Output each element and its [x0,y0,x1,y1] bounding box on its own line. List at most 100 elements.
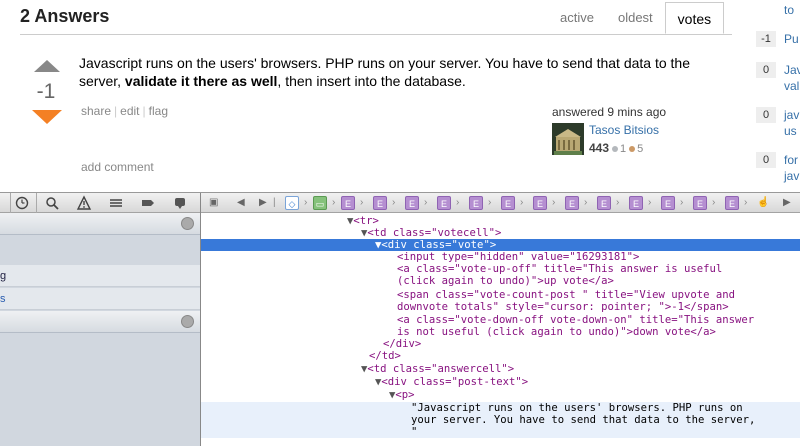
dom-tree[interactable]: ▼<tr> ▼<td class="votecell"> ▼<div class… [201,213,800,446]
breadcrumb-element-icon[interactable]: E [565,196,579,210]
section-toggle-icon[interactable] [181,315,194,328]
disclosure-triangle-icon[interactable]: ▼ [201,376,381,388]
console-icon[interactable] [172,195,188,211]
dom-node-line[interactable]: <input type="hidden" value="16293181"> [201,251,800,263]
dom-node-line[interactable]: is not useful (click again to undo)">dow… [201,326,800,338]
dom-node-line[interactable]: </div> [201,338,800,350]
breadcrumb-element-icon[interactable]: E [725,196,739,210]
dom-node-line[interactable]: ▼<p> [201,389,800,401]
related-link[interactable]: Jav [784,62,800,78]
dom-node-line[interactable]: <span class="vote-count-post " title="Vi… [201,289,800,301]
chevron-right-icon: › [360,197,364,208]
edit-link[interactable]: edit [120,104,139,118]
answers-header: 2 Answers [20,6,110,26]
related-link[interactable]: to [784,2,794,18]
breadcrumb-element-icon[interactable]: E [501,196,515,210]
dom-node-line[interactable]: <a class="vote-down-off vote-down-on" ti… [201,314,800,326]
dock-icon[interactable]: ▣ [209,195,218,211]
add-comment-link[interactable]: add comment [81,160,154,174]
dom-node-line-selected[interactable]: ▼<div class="vote"> [201,239,800,251]
dom-node-markup: <a class="vote-up-off" title="This answe… [397,263,723,275]
disclosure-triangle-icon[interactable]: ▼ [201,363,367,375]
breadcrumb-element-icon[interactable]: E [597,196,611,210]
post-menu: share | edit | flag [81,104,168,118]
breadcrumb-element-icon[interactable]: E [373,196,387,210]
dom-node-markup: <tr> [353,215,379,227]
related-link[interactable]: jav [784,107,799,123]
sidebar-item[interactable]: s [0,288,200,310]
breadcrumb-element-icon[interactable]: E [405,196,419,210]
disclosure-triangle-icon[interactable]: ▼ [201,239,381,251]
tab-votes[interactable]: votes [664,2,725,34]
chevron-right-icon: › [552,197,556,208]
dom-node-line[interactable]: downvote totals" style="cursor: pointer;… [201,301,800,313]
avatar[interactable] [552,123,584,155]
dom-text-line[interactable]: " [201,426,800,438]
inspector-toolbar [0,193,200,213]
back-icon[interactable]: ◀ [237,195,245,211]
dom-indent [201,275,397,287]
dom-node-markup: <input type="hidden" value="16293181"> [397,251,640,263]
sidebar-item[interactable]: g [0,265,200,287]
vote-up-button[interactable] [34,60,60,72]
flag-link[interactable]: flag [149,104,168,118]
chevron-right-icon: › [584,197,588,208]
disclosure-triangle-icon[interactable]: ▼ [201,215,353,227]
dom-node-markup: (click again to undo)">up vote</a> [397,275,614,287]
dom-node-line[interactable]: ▼<div class="post-text"> [201,376,800,388]
sidebar-section-header[interactable] [0,311,200,333]
breakpoint-icon[interactable] [140,195,156,211]
timeline-icon[interactable] [14,195,30,211]
dom-text-node: "Javascript runs on the users' browsers.… [411,402,743,414]
breadcrumb-document-icon[interactable]: ◇ [285,196,299,210]
vote-down-button[interactable] [32,110,62,124]
warning-icon[interactable] [76,195,92,211]
dom-indent [201,263,397,275]
menu-separator: | [142,104,146,118]
user-stats: 443 1 5 [589,141,643,155]
sidebar-section-header[interactable] [0,213,200,235]
dom-text-line[interactable]: "Javascript runs on the users' browsers.… [201,402,800,414]
breadcrumb-element-icon[interactable]: E [437,196,451,210]
breadcrumb-element-icon[interactable]: E [533,196,547,210]
inspect-hand-icon[interactable]: ☝ [757,195,769,211]
disclosure-triangle-icon[interactable]: ▼ [201,227,367,239]
sidebar-item-label: s [0,293,6,305]
dom-indent [201,338,383,350]
breadcrumb-node-icon[interactable]: ▭ [313,196,327,210]
chevron-right-icon: › [332,197,336,208]
disclosure-triangle-icon[interactable]: ▼ [201,389,395,401]
section-toggle-icon[interactable] [181,217,194,230]
expand-panel-icon[interactable]: ▶ [783,195,791,211]
related-link-line2[interactable]: jav [784,168,799,184]
dom-node-line[interactable]: ▼<tr> [201,215,800,227]
tab-active[interactable]: active [548,2,606,34]
related-link[interactable]: for [784,152,798,168]
breadcrumb-element-icon[interactable]: E [661,196,675,210]
sidebar-blank-row [0,235,200,257]
dom-node-markup: </td> [369,350,401,362]
related-link-line2[interactable]: us [784,123,797,139]
dom-text-line[interactable]: your server. You have to send that data … [201,414,800,426]
tab-oldest[interactable]: oldest [606,2,665,34]
breadcrumb-element-icon[interactable]: E [629,196,643,210]
dom-node-line[interactable]: ▼<td class="votecell"> [201,227,800,239]
breadcrumb-element-icon[interactable]: E [693,196,707,210]
share-link[interactable]: share [81,104,111,118]
breadcrumb-element-icon[interactable]: E [469,196,483,210]
breadcrumb-element-icon[interactable]: E [341,196,355,210]
forward-icon[interactable]: ▶ [259,195,267,211]
dom-node-line[interactable]: ▼<td class="answercell"> [201,363,800,375]
list-icon[interactable] [108,195,124,211]
dom-node-markup: <div class="vote"> [381,239,497,251]
related-link-line2[interactable]: val [784,78,799,94]
chevron-right-icon: › [616,197,620,208]
chevron-right-icon: | [273,197,276,208]
user-name-link[interactable]: Tasos Bitsios [589,123,659,137]
dom-node-line[interactable]: (click again to undo)">up vote</a> [201,275,800,287]
search-icon[interactable] [44,195,60,211]
dom-node-line[interactable]: <a class="vote-up-off" title="This answe… [201,263,800,275]
dom-node-markup: <td class="answercell"> [367,363,515,375]
related-link[interactable]: Pu [784,31,799,47]
dom-node-line[interactable]: </td> [201,350,800,362]
